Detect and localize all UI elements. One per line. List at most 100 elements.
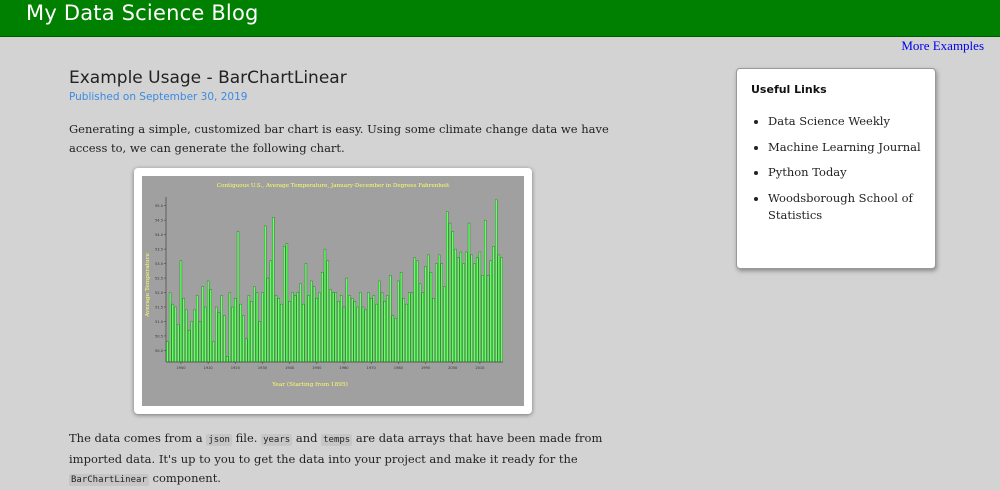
y-tick-label: 54.5 bbox=[155, 219, 163, 223]
chart-bar bbox=[380, 292, 384, 363]
x-tick-label: 2010 bbox=[475, 366, 485, 370]
chart-y-label: Average Temperature bbox=[145, 253, 151, 318]
chart-bar bbox=[177, 324, 180, 363]
chart-bar bbox=[437, 254, 441, 363]
chart-bar bbox=[198, 321, 202, 363]
y-tick-label: 55.0 bbox=[155, 204, 164, 208]
chart-bar bbox=[424, 266, 427, 363]
code-json: json bbox=[206, 434, 232, 446]
chart-card: Contiguous U.S., Average Temperature, Ja… bbox=[134, 168, 532, 414]
chart-bar bbox=[465, 251, 468, 363]
chart-bar bbox=[467, 222, 471, 363]
chart-bar bbox=[495, 199, 498, 363]
chart-bar bbox=[413, 257, 416, 363]
chart-bar bbox=[478, 251, 482, 363]
chart-bar bbox=[266, 277, 270, 363]
list-item: Python Today bbox=[768, 164, 938, 181]
chart-bar bbox=[359, 292, 362, 363]
chart-bar bbox=[293, 295, 297, 363]
chart-bar bbox=[288, 301, 291, 363]
chart-bar bbox=[481, 274, 484, 363]
link-data-science-weekly[interactable]: Data Science Weekly bbox=[768, 114, 890, 128]
chart-bar bbox=[215, 306, 218, 363]
chart-bar bbox=[476, 257, 479, 363]
chart-bar bbox=[402, 298, 405, 363]
chart-bar bbox=[220, 295, 223, 363]
chart-bar bbox=[209, 289, 212, 363]
chart-bar bbox=[166, 341, 169, 363]
chart-bar bbox=[225, 356, 229, 363]
chart-bar bbox=[329, 289, 332, 363]
y-tick-label: 53.0 bbox=[155, 262, 164, 266]
x-tick-label: 1970 bbox=[367, 366, 377, 370]
y-tick-label: 52.5 bbox=[155, 277, 163, 281]
chart-bar bbox=[473, 263, 476, 363]
chart-bar bbox=[386, 295, 389, 363]
y-tick-label: 51.5 bbox=[155, 306, 163, 310]
chart-bar bbox=[179, 260, 183, 363]
chart-bar bbox=[285, 243, 289, 363]
site-title-link[interactable]: My Data Science Blog bbox=[26, 1, 259, 25]
chart-bar bbox=[340, 295, 343, 363]
chart-bar bbox=[234, 298, 237, 363]
chart-bar bbox=[399, 272, 403, 363]
chart-bar bbox=[375, 303, 378, 363]
body-text: The data comes from a bbox=[69, 431, 207, 445]
chart-bar bbox=[212, 341, 215, 363]
y-tick-label: 53.5 bbox=[155, 248, 163, 252]
code-years: years bbox=[261, 434, 293, 446]
list-item: Woodsborough School of Statistics bbox=[768, 190, 938, 224]
x-tick-label: 1950 bbox=[312, 366, 322, 370]
chart-bar bbox=[193, 309, 196, 363]
chart-bar bbox=[451, 231, 454, 363]
chart-bar bbox=[416, 260, 419, 363]
chart-bar bbox=[245, 338, 248, 363]
chart-bar bbox=[405, 303, 408, 363]
link-woodsborough-school[interactable]: Woodsborough School of Statistics bbox=[768, 191, 913, 222]
chart-bar bbox=[435, 263, 438, 363]
chart-bar bbox=[440, 263, 444, 363]
chart-bar bbox=[372, 295, 376, 363]
chart-bar bbox=[408, 292, 411, 363]
chart-bar bbox=[247, 295, 251, 363]
chart-bar bbox=[454, 248, 457, 363]
x-tick-label: 1990 bbox=[421, 366, 431, 370]
chart-bar bbox=[378, 280, 381, 363]
x-tick-label: 2000 bbox=[448, 366, 458, 370]
intro-paragraph: Generating a simple, customized bar char… bbox=[69, 122, 609, 155]
useful-links-heading: Useful Links bbox=[751, 83, 827, 96]
chart-bar bbox=[223, 315, 226, 363]
chart-bar bbox=[391, 315, 395, 363]
chart-bar bbox=[429, 272, 433, 363]
body-paragraph: The data comes from a json file. years a… bbox=[69, 429, 609, 490]
chart-bar bbox=[492, 246, 495, 363]
link-machine-learning-journal[interactable]: Machine Learning Journal bbox=[768, 140, 921, 154]
y-tick-label: 54.0 bbox=[155, 233, 164, 237]
chart-bar bbox=[283, 246, 286, 363]
chart-bar bbox=[201, 286, 204, 363]
chart-bar bbox=[185, 309, 188, 363]
x-tick-label: 1900 bbox=[176, 366, 186, 370]
chart-bar bbox=[307, 295, 310, 363]
x-tick-label: 1910 bbox=[204, 366, 214, 370]
chart-bar bbox=[486, 274, 490, 363]
chart-bar bbox=[272, 217, 275, 363]
chart-bar bbox=[253, 286, 256, 363]
link-python-today[interactable]: Python Today bbox=[768, 165, 847, 179]
chart-bar bbox=[228, 292, 232, 363]
chart-bar bbox=[236, 231, 240, 363]
chart-bar bbox=[356, 306, 359, 363]
chart-bar bbox=[291, 292, 294, 363]
chart-bar bbox=[304, 263, 308, 363]
post-title: Example Usage - BarChartLinear bbox=[69, 68, 347, 88]
more-examples-link[interactable]: More Examples bbox=[901, 38, 984, 54]
chart-bar bbox=[361, 306, 365, 363]
x-tick-label: 1960 bbox=[339, 366, 349, 370]
chart-bar bbox=[448, 222, 452, 363]
chart-bar bbox=[394, 318, 397, 363]
chart-bar bbox=[410, 292, 414, 363]
chart-bar bbox=[367, 292, 370, 363]
list-item: Data Science Weekly bbox=[768, 113, 938, 130]
chart-bar bbox=[190, 321, 193, 363]
chart-bar bbox=[231, 306, 234, 363]
